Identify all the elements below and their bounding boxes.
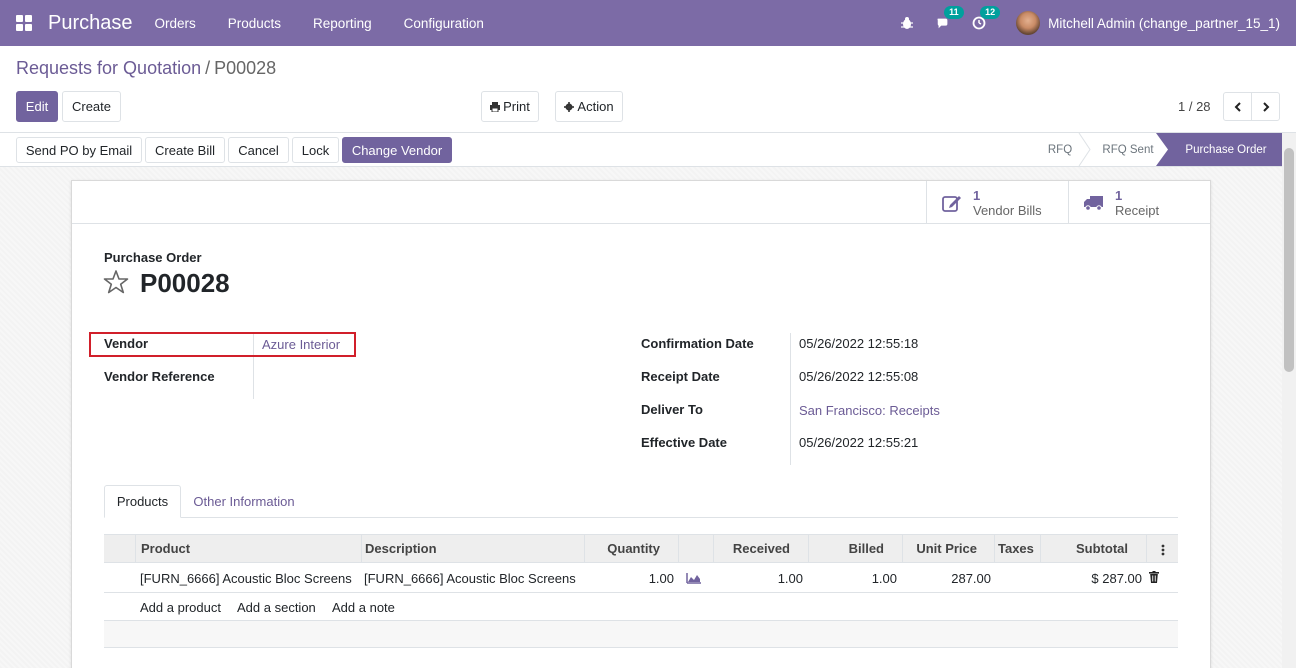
menu-reporting[interactable]: Reporting xyxy=(313,16,372,31)
deliver-to-label: Deliver To xyxy=(641,402,703,417)
create-button[interactable]: Create xyxy=(62,91,121,122)
forecast-column-header xyxy=(679,535,714,562)
pencil-square-icon xyxy=(942,195,961,212)
scrollbar-thumb[interactable] xyxy=(1284,148,1294,372)
smart-button-box: 1 Vendor Bills 1 Receipt xyxy=(926,181,1210,224)
messages-icon[interactable]: 11 xyxy=(936,6,964,30)
document-type: Purchase Order xyxy=(104,250,202,265)
quantity-column-header[interactable]: Quantity xyxy=(585,535,679,562)
add-note-link[interactable]: Add a note xyxy=(332,600,395,615)
star-icon[interactable] xyxy=(103,269,129,295)
user-menu[interactable]: Mitchell Admin (change_partner_15_1) xyxy=(1048,16,1280,31)
stage-rfq-sent: RFQ Sent xyxy=(1102,143,1154,156)
effective-date-value: 05/26/2022 12:55:21 xyxy=(799,435,919,450)
vendor-bills-count: 1 xyxy=(973,187,981,203)
effective-date-label: Effective Date xyxy=(641,435,727,450)
top-navbar: Purchase Orders Products Reporting Confi… xyxy=(0,0,1296,46)
taxes-column-header[interactable]: Taxes xyxy=(995,535,1041,562)
breadcrumb: Requests for Quotation / P00028 xyxy=(16,58,276,79)
pager-value[interactable]: 1 / 28 xyxy=(1178,99,1211,114)
user-avatar[interactable] xyxy=(1016,11,1041,35)
pager-next-button[interactable] xyxy=(1251,92,1280,121)
unit-price-column-header[interactable]: Unit Price xyxy=(903,535,995,562)
receipt-date-label: Receipt Date xyxy=(641,369,720,384)
add-section-link[interactable]: Add a section xyxy=(237,600,316,615)
stage-purchase-order: Purchase Order xyxy=(1170,133,1282,166)
line-received[interactable]: 1.00 xyxy=(730,571,803,586)
print-icon xyxy=(490,101,501,112)
print-label: Print xyxy=(503,99,530,114)
add-product-link[interactable]: Add a product xyxy=(140,600,221,615)
apps-menu-icon[interactable] xyxy=(0,0,48,46)
vendor-highlight-box xyxy=(89,332,356,357)
lock-button[interactable]: Lock xyxy=(292,137,339,163)
chevron-right-icon xyxy=(1262,101,1269,112)
breadcrumb-separator: / xyxy=(205,58,211,78)
send-po-email-button[interactable]: Send PO by Email xyxy=(16,137,142,163)
truck-icon xyxy=(1084,195,1103,211)
line-product[interactable]: [FURN_6666] Acoustic Bloc Screens xyxy=(140,571,352,586)
form-sheet xyxy=(71,180,1211,668)
line-unit-price[interactable]: 287.00 xyxy=(915,571,991,586)
right-group-divider xyxy=(790,333,791,465)
billed-column-header[interactable]: Billed xyxy=(809,535,903,562)
activities-badge: 12 xyxy=(980,6,1001,19)
action-button[interactable]: Action xyxy=(555,91,623,122)
menu-products[interactable]: Products xyxy=(228,16,281,31)
line-description[interactable]: [FURN_6666] Acoustic Bloc Screens xyxy=(364,571,576,586)
tab-other-information[interactable]: Other Information xyxy=(184,485,304,518)
change-vendor-button[interactable]: Change Vendor xyxy=(342,137,452,163)
pager-previous-button[interactable] xyxy=(1223,92,1252,121)
trash-icon[interactable] xyxy=(1149,571,1159,583)
order-lines-header: Product Description Quantity Received Bi… xyxy=(104,534,1178,563)
row-divider xyxy=(104,647,1178,648)
confirmation-date-value: 05/26/2022 12:55:18 xyxy=(799,336,919,351)
forecast-chart-icon[interactable] xyxy=(686,572,702,584)
breadcrumb-current: P00028 xyxy=(214,58,277,78)
menu-configuration[interactable]: Configuration xyxy=(404,16,484,31)
optional-columns-toggle[interactable] xyxy=(1147,535,1178,562)
row-divider xyxy=(104,592,1178,593)
receipt-smart-button[interactable]: 1 Receipt xyxy=(1068,181,1210,224)
print-button[interactable]: Print xyxy=(481,91,539,122)
chevron-left-icon xyxy=(1234,101,1241,112)
receipt-count: 1 xyxy=(1115,187,1123,203)
breadcrumb-parent[interactable]: Requests for Quotation xyxy=(16,58,201,79)
description-column-header[interactable]: Description xyxy=(362,535,585,562)
received-column-header[interactable]: Received xyxy=(714,535,809,562)
document-name: P00028 xyxy=(140,268,230,298)
line-quantity[interactable]: 1.00 xyxy=(610,571,674,586)
app-title[interactable]: Purchase xyxy=(48,12,133,35)
vendor-bills-label: Vendor Bills xyxy=(973,202,1042,218)
handle-column-header xyxy=(104,535,136,562)
edit-button[interactable]: Edit xyxy=(16,91,58,122)
vertical-ellipsis-icon xyxy=(1161,544,1164,555)
gear-icon xyxy=(564,101,575,112)
create-bill-button[interactable]: Create Bill xyxy=(145,137,225,163)
cancel-button[interactable]: Cancel xyxy=(228,137,289,163)
line-billed[interactable]: 1.00 xyxy=(830,571,897,586)
notebook-tabs: Products Other Information xyxy=(104,485,1178,518)
receipt-label: Receipt xyxy=(1115,202,1160,218)
smart-button-divider xyxy=(72,223,1210,224)
deliver-to-field[interactable]: San Francisco: Receipts xyxy=(799,403,940,418)
debug-bug-icon[interactable] xyxy=(900,16,914,30)
menu-orders[interactable]: Orders xyxy=(155,16,196,31)
stage-separator-icon xyxy=(1078,133,1091,166)
empty-table-row xyxy=(104,621,1178,648)
vendor-bills-smart-button[interactable]: 1 Vendor Bills xyxy=(926,181,1068,224)
subtotal-column-header[interactable]: Subtotal xyxy=(1041,535,1147,562)
vendor-reference-label: Vendor Reference xyxy=(104,369,215,384)
tab-products[interactable]: Products xyxy=(104,485,181,518)
line-subtotal: $ 287.00 xyxy=(1091,571,1142,586)
messages-badge: 11 xyxy=(944,6,964,19)
confirmation-date-label: Confirmation Date xyxy=(641,336,754,351)
product-column-header[interactable]: Product xyxy=(136,535,362,562)
activities-clock-icon[interactable]: 12 xyxy=(972,6,1001,30)
action-label: Action xyxy=(577,99,614,114)
stage-separator-icon xyxy=(1156,133,1170,166)
receipt-date-value: 05/26/2022 12:55:08 xyxy=(799,369,919,384)
